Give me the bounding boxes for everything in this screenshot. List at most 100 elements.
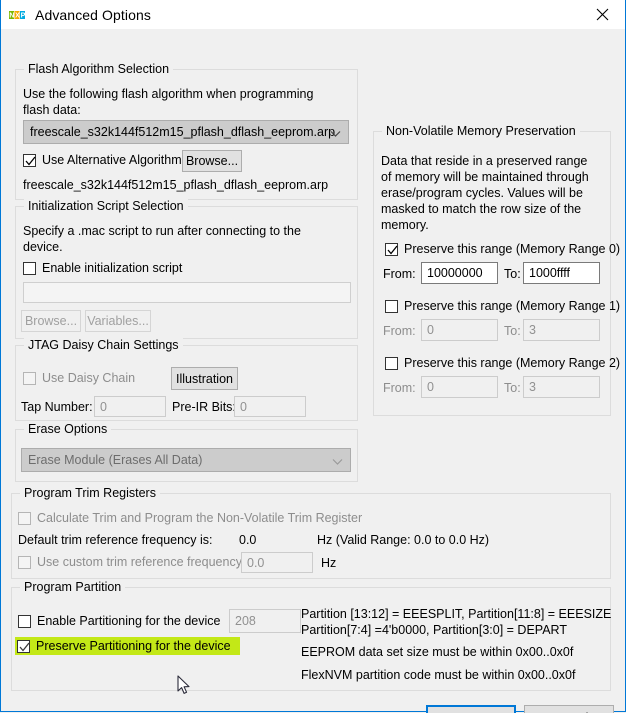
- checkbox-box: [385, 242, 398, 256]
- range-0-from-input[interactable]: 10000000: [421, 262, 498, 284]
- init-script-variables-label: Variables...: [87, 314, 149, 328]
- default-trim-freq-units: Hz (Valid Range: 0.0 to 0.0 Hz): [317, 533, 490, 547]
- partition-info-line-2: Partition[7:4] =4'b0000, Partition[3:0] …: [301, 623, 567, 637]
- erase-options-select[interactable]: Erase Module (Erases All Data): [21, 448, 351, 472]
- range-0-from-label: From:: [383, 267, 416, 281]
- illustration-button[interactable]: Illustration: [171, 367, 238, 390]
- chevron-down-icon: [330, 127, 341, 137]
- use-alternative-algorithm-checkbox[interactable]: Use Alternative Algorithm: [23, 153, 182, 167]
- browse-algorithm-label: Browse...: [185, 154, 239, 168]
- calculate-trim-checkbox[interactable]: Calculate Trim and Program the Non-Volat…: [18, 511, 362, 525]
- group-legend-flash-algorithm: Flash Algorithm Selection: [24, 62, 174, 76]
- checkbox-box: [385, 356, 398, 370]
- checkbox-box: [23, 153, 36, 167]
- checkbox-box: [17, 639, 30, 653]
- custom-trim-freq-units: Hz: [321, 556, 337, 570]
- calculate-trim-label: Calculate Trim and Program the Non-Volat…: [37, 511, 363, 525]
- range-2-from-label: From:: [383, 381, 416, 395]
- pre-ir-bits-label: Pre-IR Bits:: [172, 400, 236, 414]
- window-title: Advanced Options: [35, 6, 152, 23]
- erase-options-select-value: Erase Module (Erases All Data): [28, 453, 203, 467]
- tap-number-value: 0: [100, 399, 107, 414]
- checkbox-box: [23, 261, 36, 275]
- illustration-label: Illustration: [176, 371, 233, 386]
- init-script-browse-button[interactable]: Browse...: [21, 310, 81, 332]
- flash-algorithm-select[interactable]: freescale_s32k144f512m15_pflash_dflash_e…: [23, 120, 349, 144]
- nxp-logo-icon: N X P: [9, 9, 29, 21]
- title-bar: N X P Advanced Options: [0, 0, 626, 29]
- flash-algorithm-description: Use the following flash algorithm when p…: [23, 87, 314, 117]
- alternative-algorithm-path: freescale_s32k144f512m15_pflash_dflash_e…: [23, 178, 329, 192]
- init-script-description: Specify a .mac script to run after conne…: [23, 224, 301, 254]
- pre-ir-bits-value: 0: [240, 399, 247, 414]
- enable-partitioning-checkbox[interactable]: Enable Partitioning for the device: [18, 614, 220, 628]
- svg-text:X: X: [15, 12, 20, 19]
- enable-partitioning-label: Enable Partitioning for the device: [37, 614, 221, 628]
- range-1-to-value: 3: [529, 323, 536, 337]
- preserve-range-1-label: Preserve this range (Memory Range 1): [404, 299, 621, 313]
- ok-button[interactable]: OK: [426, 705, 516, 713]
- custom-trim-freq-input[interactable]: 0.0: [241, 552, 313, 573]
- dialog-content: Flash Algorithm Selection Use the follow…: [1, 29, 625, 713]
- chevron-down-icon: [332, 455, 343, 465]
- range-0-to-input[interactable]: 1000ffff: [523, 262, 600, 284]
- browse-algorithm-button[interactable]: Browse...: [182, 150, 242, 172]
- flash-algorithm-select-value: freescale_s32k144f512m15_pflash_dflash_e…: [30, 125, 336, 139]
- group-legend-erase-options: Erase Options: [24, 422, 112, 436]
- nvm-description: Data that reside in a preserved range of…: [381, 154, 589, 232]
- checkbox-box: [18, 511, 31, 525]
- preserve-range-1-checkbox[interactable]: Preserve this range (Memory Range 1): [385, 299, 620, 313]
- tap-number-input[interactable]: 0: [94, 396, 166, 417]
- range-1-from-value: 0: [427, 323, 434, 337]
- default-trim-freq-value: 0.0: [239, 533, 257, 547]
- cancel-button[interactable]: Cancel: [524, 705, 614, 713]
- range-0-from-value: 10000000: [427, 266, 483, 280]
- tap-number-label: Tap Number:: [21, 400, 93, 414]
- partition-value: 208: [235, 614, 256, 628]
- group-legend-jtag: JTAG Daisy Chain Settings: [24, 338, 183, 352]
- enable-init-script-checkbox[interactable]: Enable initialization script: [23, 261, 182, 275]
- pre-ir-bits-input[interactable]: 0: [234, 396, 306, 417]
- svg-text:N: N: [9, 12, 14, 19]
- range-2-to-label: To:: [504, 381, 521, 395]
- checkbox-box: [18, 555, 31, 569]
- checkbox-box: [23, 371, 36, 385]
- group-legend-init-script: Initialization Script Selection: [24, 199, 188, 213]
- default-trim-freq-label: Default trim reference frequency is:: [18, 533, 213, 547]
- range-1-to-input[interactable]: 3: [523, 319, 600, 341]
- use-daisy-chain-checkbox[interactable]: Use Daisy Chain: [23, 371, 135, 385]
- preserve-partitioning-label: Preserve Partitioning for the device: [36, 639, 231, 653]
- range-0-to-label: To:: [504, 267, 521, 281]
- range-2-to-input[interactable]: 3: [523, 376, 600, 398]
- use-daisy-chain-label: Use Daisy Chain: [42, 371, 136, 385]
- group-legend-nvm: Non-Volatile Memory Preservation: [382, 124, 580, 138]
- group-legend-program-trim: Program Trim Registers: [20, 486, 160, 500]
- range-0-to-value: 1000ffff: [529, 266, 571, 280]
- use-alternative-algorithm-label: Use Alternative Algorithm: [42, 153, 182, 167]
- svg-text:P: P: [21, 12, 26, 19]
- partition-value-input[interactable]: 208: [229, 609, 301, 633]
- enable-init-script-label: Enable initialization script: [42, 261, 183, 275]
- partition-info-line-3: EEPROM data set size must be within 0x00…: [301, 645, 574, 659]
- range-2-from-input[interactable]: 0: [421, 376, 498, 398]
- partition-info-line-1: Partition [13:12] = EEESPLIT, Partition[…: [301, 607, 612, 621]
- init-script-path-input[interactable]: [23, 282, 351, 303]
- partition-info-line-4: FlexNVM partition code must be within 0x…: [301, 668, 576, 682]
- close-icon[interactable]: [580, 0, 625, 29]
- use-custom-trim-freq-checkbox[interactable]: Use custom trim reference frequency:: [18, 555, 245, 569]
- preserve-partitioning-checkbox[interactable]: Preserve Partitioning for the device: [15, 637, 240, 655]
- init-script-variables-button[interactable]: Variables...: [85, 310, 151, 332]
- group-legend-program-partition: Program Partition: [20, 580, 126, 594]
- range-1-from-label: From:: [383, 324, 416, 338]
- preserve-range-0-checkbox[interactable]: Preserve this range (Memory Range 0): [385, 242, 620, 256]
- custom-trim-freq-value: 0.0: [247, 555, 265, 570]
- range-1-to-label: To:: [504, 324, 521, 338]
- range-2-from-value: 0: [427, 380, 434, 394]
- use-custom-trim-freq-label: Use custom trim reference frequency:: [37, 555, 246, 569]
- preserve-range-2-checkbox[interactable]: Preserve this range (Memory Range 2): [385, 356, 620, 370]
- range-1-from-input[interactable]: 0: [421, 319, 498, 341]
- preserve-range-2-label: Preserve this range (Memory Range 2): [404, 356, 621, 370]
- preserve-range-0-label: Preserve this range (Memory Range 0): [404, 242, 621, 256]
- init-script-browse-label: Browse...: [24, 314, 78, 328]
- checkbox-box: [385, 299, 398, 313]
